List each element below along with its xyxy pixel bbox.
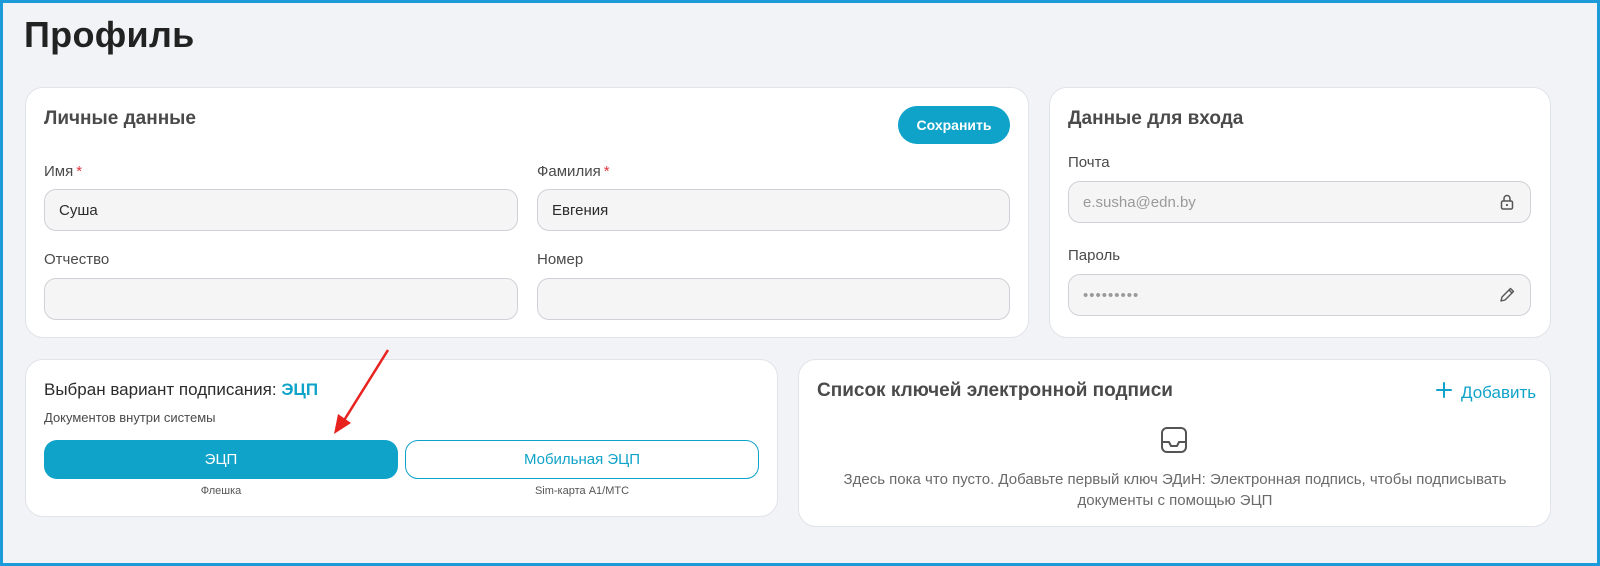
first-name-input[interactable]: Суша [44,189,518,231]
option-mobile-ecp-button[interactable]: Мобильная ЭЦП [405,440,759,479]
signing-subtitle: Документов внутри системы [44,410,216,425]
option-ecp-caption: Флешка [200,485,242,497]
phone-input[interactable] [537,278,1010,320]
keys-list-title: Список ключей электронной подписи [817,380,1173,401]
option-mobile-ecp-caption: Sim-карта A1/МТС [534,485,630,497]
plus-icon [1435,381,1453,404]
email-input[interactable]: e.susha@edn.by [1068,181,1531,223]
lock-icon [1498,193,1516,211]
save-button[interactable]: Сохранить [898,106,1010,144]
last-name-input[interactable]: Евгения [537,189,1010,231]
email-label: Почта [1068,154,1110,171]
add-key-label: Добавить [1461,382,1537,402]
patronymic-input[interactable] [44,278,518,320]
patronymic-label: Отчество [44,251,110,268]
signing-title-value: ЭЦП [281,380,319,399]
last-name-value: Евгения [552,201,609,219]
email-value: e.susha@edn.by [1083,193,1196,211]
required-mark: * [76,163,83,180]
password-value: ••••••••• [1083,286,1140,304]
required-mark: * [603,163,610,180]
signing-title-prefix: Выбран вариант подписания: [44,380,277,399]
last-name-label: Фамилия * [537,163,610,180]
option-ecp-button[interactable]: ЭЦП [44,440,398,479]
login-data-title: Данные для входа [1068,108,1244,129]
phone-label: Номер [537,251,584,268]
inbox-icon [1159,425,1189,460]
password-label: Пароль [1068,247,1121,264]
first-name-value: Суша [59,201,98,219]
page-title: Профиль [24,14,195,55]
add-key-button[interactable]: Добавить [1435,381,1536,404]
pencil-icon[interactable] [1498,286,1516,304]
first-name-label: Имя * [44,163,83,180]
keys-empty-text: Здесь пока что пусто. Добавьте первый кл… [843,471,1507,509]
signing-title: Выбран вариант подписания: ЭЦП [44,380,318,400]
personal-data-title: Личные данные [44,108,196,129]
password-input[interactable]: ••••••••• [1068,274,1531,316]
